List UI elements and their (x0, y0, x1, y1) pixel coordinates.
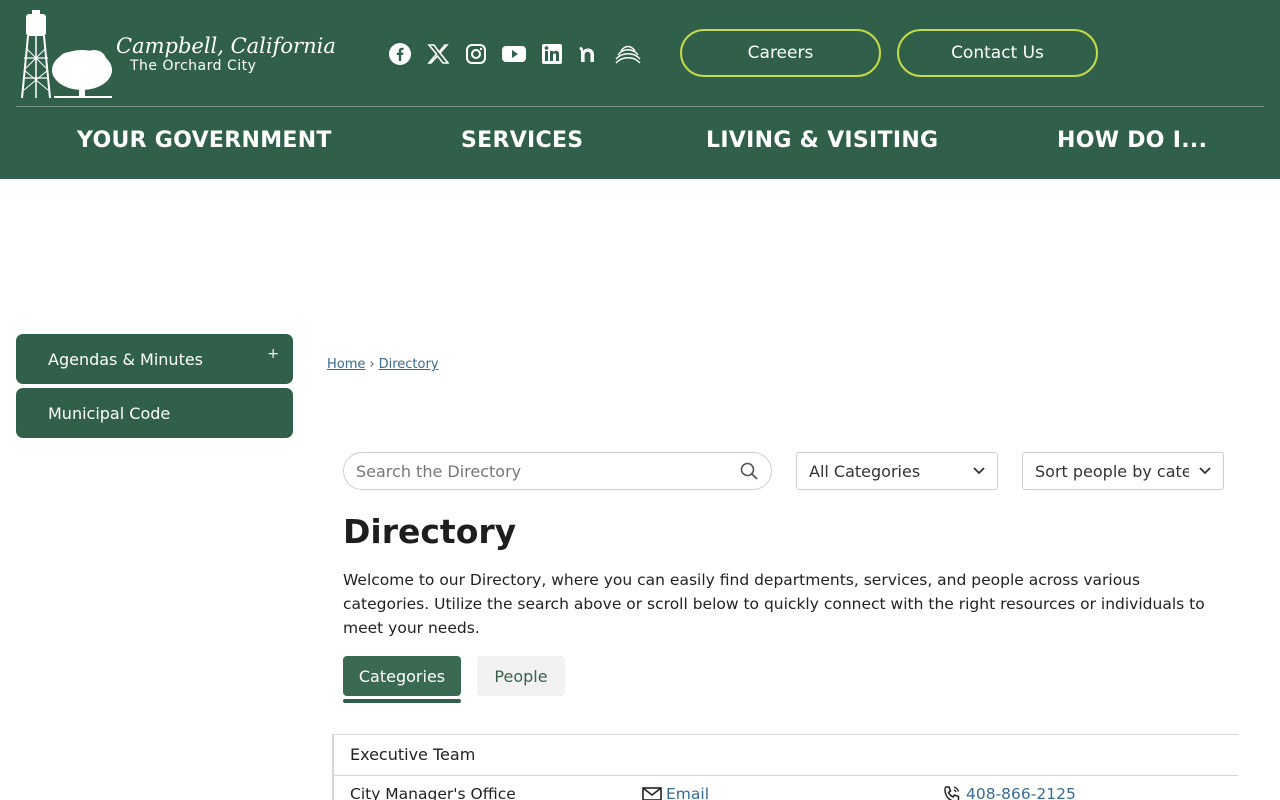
directory-search-input[interactable] (343, 452, 772, 490)
breadcrumb: Home › Directory (327, 357, 439, 372)
category-group-header[interactable]: Executive Team (350, 745, 475, 764)
chevron-down-icon (973, 467, 985, 475)
expand-icon[interactable]: + (267, 346, 279, 362)
sidebar-item-municipal-code[interactable]: Municipal Code (16, 388, 293, 438)
directory-table: Executive Team City Manager's Office Ema… (332, 734, 1238, 800)
instagram-icon[interactable] (462, 40, 490, 68)
sidebar-item-label: Municipal Code (48, 403, 171, 423)
x-icon[interactable] (424, 40, 452, 68)
row-divider (334, 775, 1238, 776)
sidebar-item-agendas-minutes[interactable]: Agendas & Minutes + (16, 334, 293, 384)
logo-title: Campbell, California (116, 34, 336, 58)
mail-icon (642, 787, 662, 800)
directory-intro: Welcome to our Directory, where you can … (343, 571, 1205, 637)
email-link[interactable]: Email (642, 785, 709, 800)
sidebar-item-label: Agendas & Minutes (48, 349, 204, 369)
sort-select-value: Sort people by category (1035, 461, 1189, 481)
phone-icon (944, 786, 960, 800)
breadcrumb-separator: › (369, 357, 375, 372)
contact-us-button[interactable]: Contact Us (897, 29, 1098, 77)
site-header: Campbell, California The Orchard City Ca… (0, 0, 1280, 179)
logo-tagline: The Orchard City (130, 58, 257, 74)
water-tower-tree-icon (21, 10, 112, 99)
breadcrumb-directory-link[interactable]: Directory (379, 357, 439, 372)
breadcrumb-home-link[interactable]: Home (327, 357, 365, 372)
nav-living-visiting[interactable]: LIVING & VISITING (706, 128, 938, 153)
linkedin-icon[interactable] (538, 40, 566, 68)
careers-button[interactable]: Careers (680, 29, 881, 77)
nav-your-government[interactable]: YOUR GOVERNMENT (77, 128, 332, 153)
nextdoor-icon[interactable] (576, 40, 604, 68)
nav-how-do-i[interactable]: HOW DO I... (1057, 128, 1207, 153)
tab-people[interactable]: People (477, 656, 565, 696)
chevron-down-icon (1199, 467, 1211, 475)
header-divider (16, 106, 1264, 107)
page-title: Directory (343, 512, 517, 551)
category-select[interactable]: All Categories (796, 452, 998, 490)
youtube-icon[interactable] (500, 40, 528, 68)
search-icon[interactable] (740, 462, 758, 480)
nav-services[interactable]: SERVICES (461, 128, 583, 153)
phone-link-label: 408-866-2125 (966, 785, 1076, 800)
table-row-name[interactable]: City Manager's Office (350, 785, 516, 800)
tab-categories[interactable]: Categories (343, 656, 461, 696)
category-select-value: All Categories (809, 461, 921, 481)
site-logo[interactable]: Campbell, California The Orchard City (18, 8, 336, 100)
phone-link[interactable]: 408-866-2125 (942, 785, 1076, 800)
table-border (334, 734, 1238, 735)
wave-icon[interactable] (614, 40, 642, 68)
sort-people-select[interactable]: Sort people by category (1022, 452, 1224, 490)
active-tab-indicator (343, 699, 461, 703)
facebook-icon[interactable] (386, 40, 414, 68)
email-link-label: Email (666, 785, 710, 800)
